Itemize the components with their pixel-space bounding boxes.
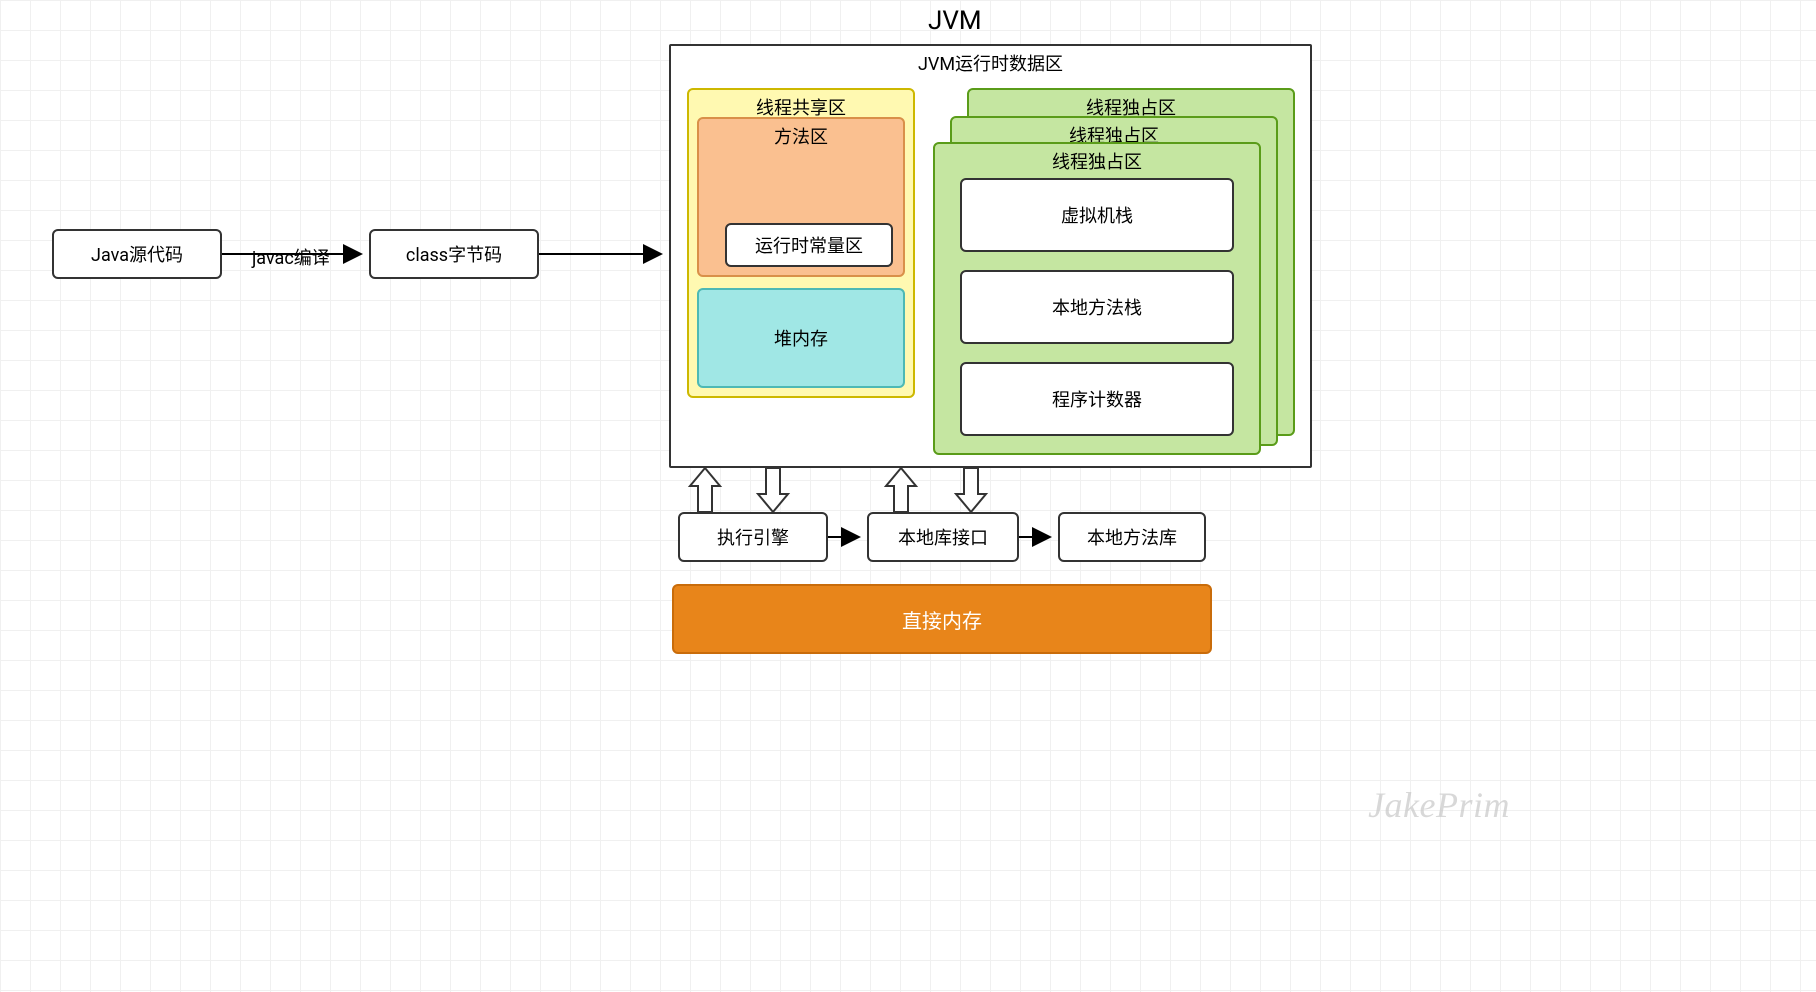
- label-native-lib: 本地方法库: [1087, 524, 1177, 550]
- label-vm-stack: 虚拟机栈: [1061, 202, 1133, 228]
- watermark: JakePrim: [1368, 784, 1510, 826]
- label-heap: 堆内存: [774, 325, 828, 351]
- label-method-area: 方法区: [774, 123, 828, 149]
- label-java-source: Java源代码: [91, 241, 183, 267]
- box-vm-stack: 虚拟机栈: [960, 178, 1234, 252]
- box-heap: 堆内存: [697, 288, 905, 388]
- arrow-source-to-bytecode: [222, 247, 369, 261]
- arrow-interface-to-lib: [1019, 530, 1058, 544]
- label-native-interface: 本地库接口: [898, 524, 988, 550]
- label-runtime-area: JVM运行时数据区: [918, 50, 1063, 76]
- arrow-engine-to-interface: [828, 530, 867, 544]
- block-arrow-down-engine: [758, 468, 788, 512]
- box-pc-register: 程序计数器: [960, 362, 1234, 436]
- box-java-source: Java源代码: [52, 229, 222, 279]
- block-arrow-up-engine: [690, 468, 720, 512]
- box-exec-engine: 执行引擎: [678, 512, 828, 562]
- block-arrow-down-interface: [956, 468, 986, 512]
- box-class-bytecode: class字节码: [369, 229, 539, 279]
- label-class-bytecode: class字节码: [406, 241, 502, 267]
- label-direct-memory: 直接内存: [902, 605, 982, 634]
- label-native-stack: 本地方法栈: [1052, 294, 1142, 320]
- label-pc-register: 程序计数器: [1052, 386, 1142, 412]
- label-exec-engine: 执行引擎: [717, 524, 789, 550]
- label-thread-private-1: 线程独占区: [1052, 148, 1142, 174]
- box-native-stack: 本地方法栈: [960, 270, 1234, 344]
- arrow-bytecode-to-runtime: [539, 247, 669, 261]
- block-arrow-up-interface: [886, 468, 916, 512]
- box-native-lib: 本地方法库: [1058, 512, 1206, 562]
- jvm-title: JVM: [928, 6, 982, 36]
- label-constant-pool: 运行时常量区: [755, 232, 863, 258]
- box-constant-pool: 运行时常量区: [725, 223, 893, 267]
- box-direct-memory: 直接内存: [672, 584, 1212, 654]
- box-native-interface: 本地库接口: [867, 512, 1019, 562]
